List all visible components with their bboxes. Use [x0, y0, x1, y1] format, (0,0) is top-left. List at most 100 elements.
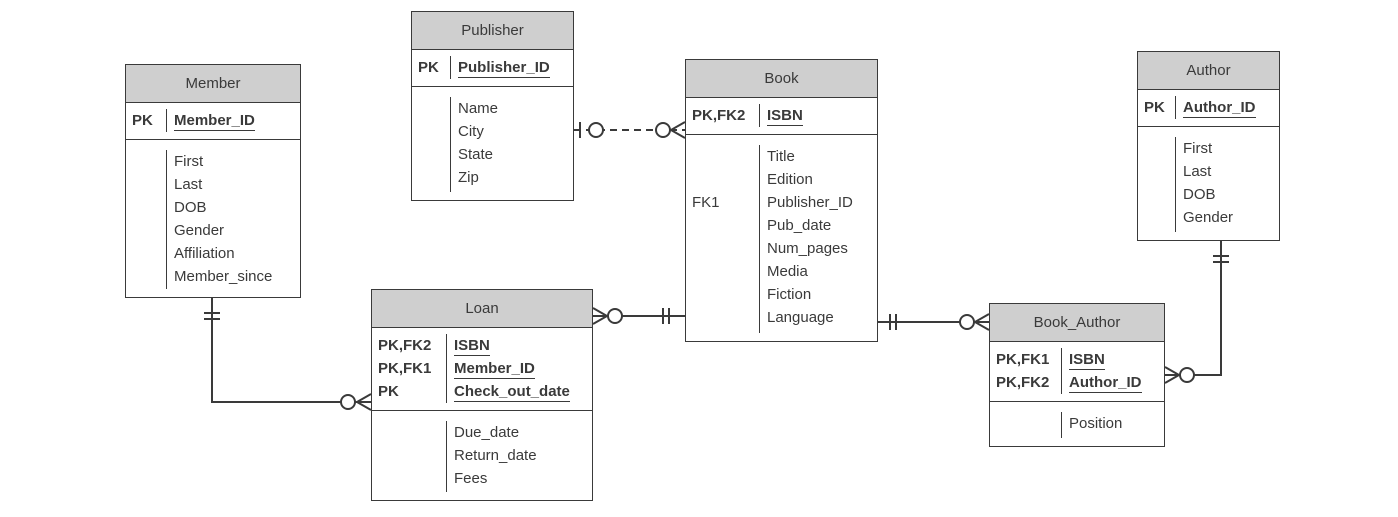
key-label	[418, 166, 450, 189]
key-label: PK	[378, 383, 399, 400]
key-label	[132, 242, 166, 265]
attribute-section: First Last DOB Gender	[1138, 127, 1279, 240]
attribute: Fees	[454, 470, 488, 487]
attribute: Zip	[458, 169, 479, 186]
entity-member: Member PK Member_ID First Last DOB Gender Affil…	[125, 64, 301, 298]
attribute: State	[458, 146, 494, 163]
key-label	[132, 150, 166, 173]
primary-key-attribute: Author_ID	[1183, 99, 1256, 118]
attribute: DOB	[174, 199, 207, 216]
zero-circle-mark	[959, 314, 975, 330]
zero-circle-mark	[340, 394, 356, 410]
primary-key-attribute: ISBN	[1069, 351, 1105, 370]
key-label	[378, 467, 446, 490]
primary-key-attribute: Publisher_ID	[458, 59, 550, 78]
zero-circle-mark	[588, 122, 604, 138]
key-label	[132, 265, 166, 288]
key-section: PK,FK2 ISBN	[686, 98, 877, 135]
key-label	[692, 145, 759, 168]
attribute-section: Due_date Return_date Fees	[372, 411, 592, 500]
key-label: PK,FK1	[996, 351, 1050, 368]
entity-title: Publisher	[412, 12, 573, 50]
entity-title: Loan	[372, 290, 592, 328]
attribute: Gender	[1183, 209, 1234, 226]
attribute-section: FK1 Title Edition Publisher_ID Pub_date Num_p…	[686, 135, 877, 341]
key-section: PK Member_ID	[126, 103, 300, 140]
key-label	[378, 421, 446, 444]
key-section: PK,FK1 PK,FK2 ISBN Author_ID	[990, 342, 1164, 402]
zero-circle-mark	[607, 308, 623, 324]
attribute: Position	[1069, 415, 1123, 432]
attribute: Edition	[767, 171, 813, 188]
key-label	[418, 120, 450, 143]
key-label	[692, 168, 759, 191]
attribute: Language	[767, 309, 834, 326]
key-label: PK	[132, 112, 153, 129]
attribute: Affiliation	[174, 245, 235, 262]
key-label	[1144, 137, 1175, 160]
attribute: Name	[458, 100, 499, 117]
key-label	[132, 173, 166, 196]
attribute: Pub_date	[767, 217, 832, 234]
attribute: Member_since	[174, 268, 273, 285]
key-label: PK,FK2	[692, 107, 746, 124]
author-bookauthor-line	[1165, 241, 1222, 376]
entity-title: Book	[686, 60, 877, 98]
entity-title: Author	[1138, 52, 1279, 90]
key-label	[692, 214, 759, 237]
key-label: PK	[1144, 99, 1165, 116]
attribute-section: First Last DOB Gender Affiliation Member_sinc…	[126, 140, 300, 297]
key-section: PK Publisher_ID	[412, 50, 573, 87]
entity-title: Member	[126, 65, 300, 103]
attribute-section: Position	[990, 402, 1164, 446]
entity-publisher: Publisher PK Publisher_ID Name City State Zip	[411, 11, 574, 201]
attribute: Last	[1183, 163, 1212, 180]
primary-key-attribute: Check_out_date	[454, 383, 570, 402]
key-label	[692, 260, 759, 283]
primary-key-attribute: Author_ID	[1069, 374, 1142, 393]
key-label	[378, 444, 446, 467]
attribute: DOB	[1183, 186, 1216, 203]
entity-title: Book_Author	[990, 304, 1164, 342]
key-label: FK1	[692, 194, 720, 211]
key-label	[132, 196, 166, 219]
primary-key-attribute: ISBN	[454, 337, 490, 356]
zero-circle-mark	[655, 122, 671, 138]
attribute: Publisher_ID	[767, 194, 853, 211]
key-label: PK	[418, 59, 439, 76]
attribute: Fiction	[767, 286, 812, 303]
entity-book-author: Book_Author PK,FK1 PK,FK2 ISBN Author_ID Posi…	[989, 303, 1165, 447]
key-label	[692, 237, 759, 260]
attribute: Num_pages	[767, 240, 848, 257]
key-label	[418, 143, 450, 166]
attribute: Last	[174, 176, 203, 193]
attribute-section: Name City State Zip	[412, 87, 573, 200]
key-label	[1144, 206, 1175, 229]
attribute: Return_date	[454, 447, 537, 464]
key-label	[418, 97, 450, 120]
key-label: PK,FK2	[378, 337, 432, 354]
key-label	[692, 283, 759, 306]
attribute: Title	[767, 148, 795, 165]
key-section: PK Author_ID	[1138, 90, 1279, 127]
er-diagram: Publisher PK Publisher_ID Name City State Zip M…	[0, 0, 1398, 517]
attribute: Due_date	[454, 424, 520, 441]
zero-circle-mark	[1179, 367, 1195, 383]
attribute: Gender	[174, 222, 225, 239]
key-label	[132, 219, 166, 242]
primary-key-attribute: Member_ID	[454, 360, 535, 379]
key-label: PK,FK1	[378, 360, 432, 377]
member-loan-line	[211, 298, 371, 403]
key-label	[692, 306, 759, 329]
key-label	[1144, 160, 1175, 183]
primary-key-attribute: Member_ID	[174, 112, 255, 131]
entity-book: Book PK,FK2 ISBN FK1 Title Edition Publisher_I…	[685, 59, 878, 342]
key-label: PK,FK2	[996, 374, 1050, 391]
key-label	[1144, 183, 1175, 206]
entity-loan: Loan PK,FK2 PK,FK1 PK ISBN Member_ID Check_out…	[371, 289, 593, 501]
attribute: City	[458, 123, 484, 140]
entity-author: Author PK Author_ID First Last DOB Gender	[1137, 51, 1280, 241]
key-label	[996, 412, 1061, 435]
key-section: PK,FK2 PK,FK1 PK ISBN Member_ID Check_out_dat…	[372, 328, 592, 411]
attribute: First	[1183, 140, 1213, 157]
